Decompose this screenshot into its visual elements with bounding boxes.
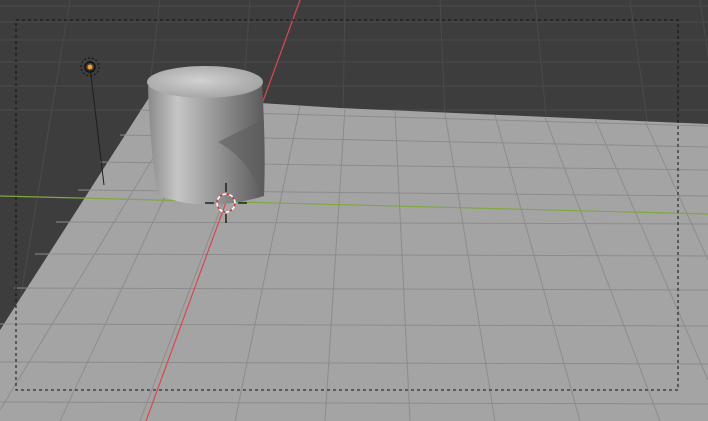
light-icon[interactable] bbox=[80, 57, 105, 186]
viewport-canvas[interactable] bbox=[0, 0, 708, 421]
3d-viewport[interactable]: camera-view bbox=[0, 0, 708, 421]
cylinder[interactable] bbox=[147, 66, 265, 205]
